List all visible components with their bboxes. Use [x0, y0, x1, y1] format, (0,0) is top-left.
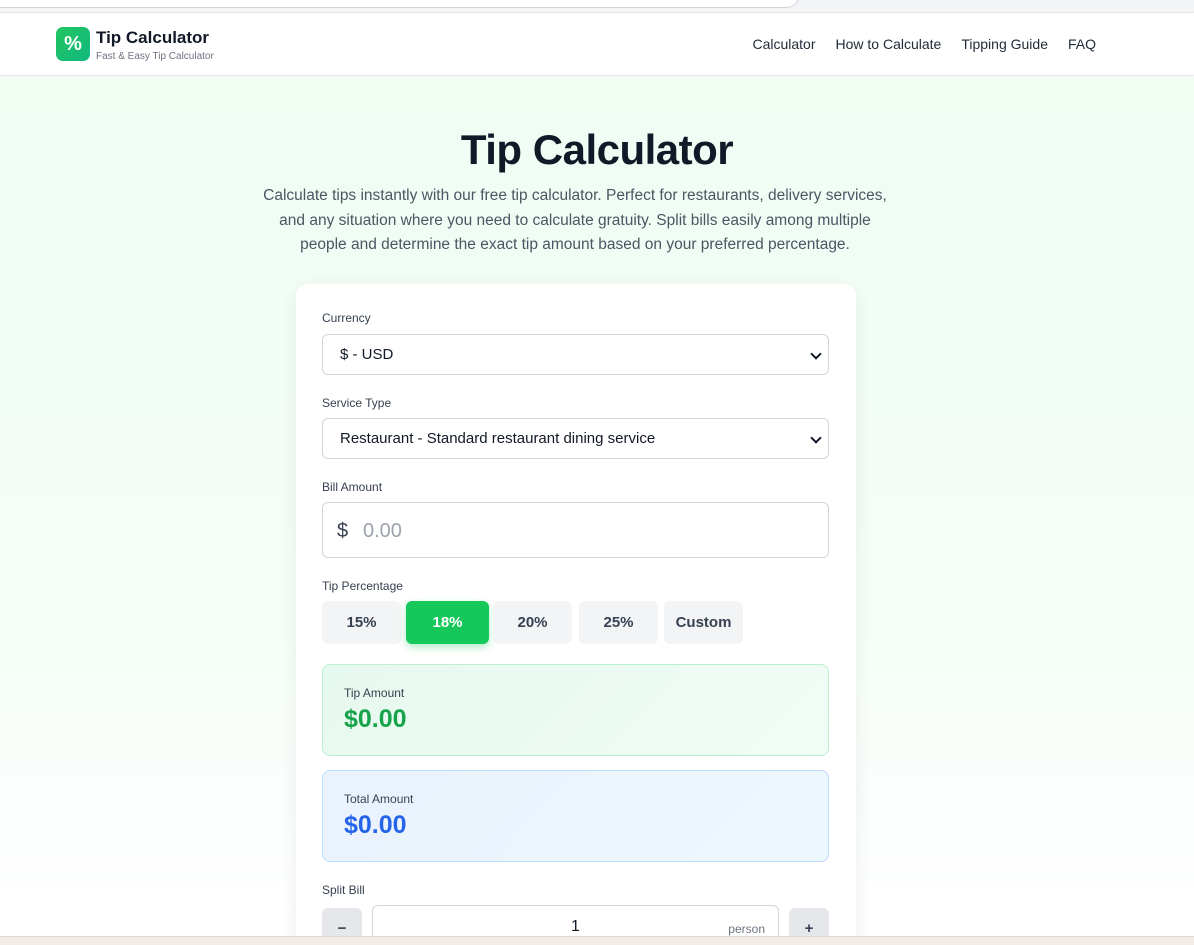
tip-25-button[interactable]: 25%	[579, 601, 658, 644]
page-title: Tip Calculator	[460, 126, 734, 173]
currency-select[interactable]: $ - USD	[322, 334, 829, 375]
total-amount-panel: Total Amount $0.00	[322, 770, 829, 862]
people-count-value: 1	[571, 918, 580, 935]
brand-title[interactable]: Tip Calculator	[96, 28, 209, 48]
bill-amount-placeholder: 0.00	[363, 520, 402, 542]
service-type-select[interactable]: Restaurant - Standard restaurant dining …	[322, 418, 829, 459]
intro-text: Calculate tips instantly with our free t…	[263, 187, 887, 253]
nav-calculator[interactable]: Calculator	[752, 36, 815, 52]
total-amount-value: $0.00	[344, 811, 407, 839]
currency-select-value: $ - USD	[340, 346, 394, 363]
main-nav: Calculator How to Calculate Tipping Guid…	[752, 36, 1096, 52]
browser-address-bar-edge	[0, 0, 800, 8]
chevron-down-icon	[810, 348, 822, 360]
nav-tipping-guide[interactable]: Tipping Guide	[961, 36, 1048, 52]
brand-subtitle: Fast & Easy Tip Calculator	[96, 51, 214, 62]
tip-amount-panel: Tip Amount $0.00	[322, 664, 829, 756]
bill-amount-input[interactable]: $ 0.00	[322, 502, 829, 558]
browser-bottom-strip	[0, 936, 1194, 945]
browser-top-strip	[0, 0, 1194, 13]
tip-amount-label: Tip Amount	[344, 686, 405, 700]
site-header: % Tip Calculator Fast & Easy Tip Calcula…	[0, 13, 1194, 76]
tip-amount-value: $0.00	[344, 705, 407, 733]
service-type-label: Service Type	[322, 396, 392, 410]
dollar-sign-icon: $	[337, 520, 349, 542]
nav-how-to-calculate[interactable]: How to Calculate	[836, 36, 942, 52]
tip-percentage-label: Tip Percentage	[322, 579, 403, 593]
split-bill-label: Split Bill	[322, 883, 365, 897]
service-type-select-value: Restaurant - Standard restaurant dining …	[340, 430, 656, 447]
nav-faq[interactable]: FAQ	[1068, 36, 1096, 52]
currency-label: Currency	[322, 311, 371, 325]
tip-20-button[interactable]: 20%	[493, 601, 572, 644]
tip-18-button[interactable]: 18%	[406, 601, 489, 644]
tip-custom-button[interactable]: Custom	[664, 601, 743, 644]
percent-logo-icon[interactable]: %	[56, 27, 90, 61]
total-amount-label: Total Amount	[344, 792, 414, 806]
bill-amount-label: Bill Amount	[322, 480, 383, 494]
people-unit-label: person	[728, 922, 765, 936]
chevron-down-icon	[810, 432, 822, 444]
tip-15-button[interactable]: 15%	[322, 601, 401, 644]
